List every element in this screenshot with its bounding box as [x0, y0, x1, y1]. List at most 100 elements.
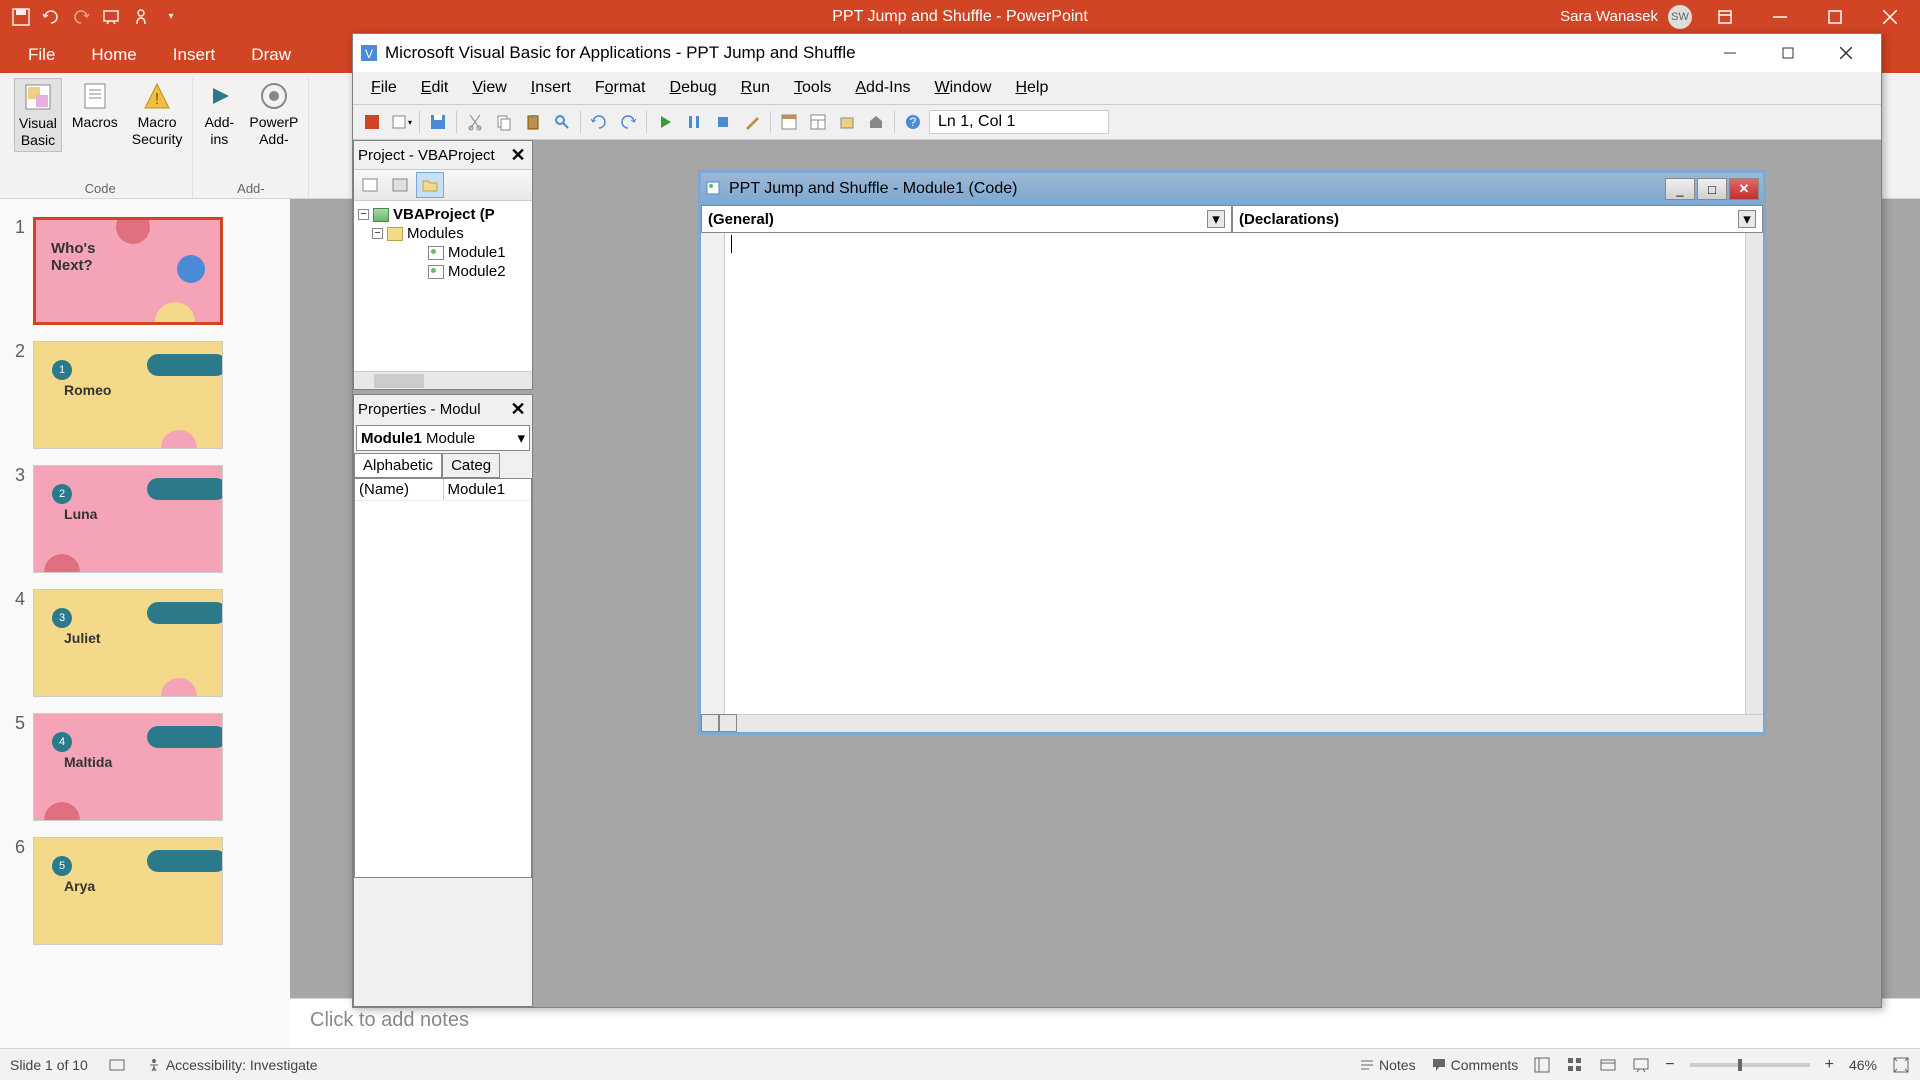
addins-button[interactable]: Add- ins: [199, 78, 239, 150]
vba-menu-format[interactable]: Format: [585, 75, 656, 101]
vba-view-powerpoint-icon[interactable]: [359, 109, 385, 135]
vba-copy-icon[interactable]: [491, 109, 517, 135]
save-icon[interactable]: [10, 6, 32, 28]
vba-project-hscroll[interactable]: [354, 371, 532, 389]
visual-basic-button[interactable]: Visual Basic: [14, 78, 62, 152]
vba-save-icon[interactable]: [425, 109, 451, 135]
macros-button[interactable]: Macros: [68, 78, 122, 152]
close-icon[interactable]: [1867, 0, 1912, 33]
vba-toolbox-icon[interactable]: [863, 109, 889, 135]
slide-thumb-6[interactable]: 6 5 Arya: [0, 829, 290, 953]
undo-icon[interactable]: [40, 6, 62, 28]
slide-thumb-4[interactable]: 4 3 Juliet: [0, 581, 290, 705]
ribbon-display-icon[interactable]: [1702, 0, 1747, 33]
vba-run-icon[interactable]: [652, 109, 678, 135]
vba-object-dropdown[interactable]: (General) ▾: [701, 205, 1232, 233]
vba-code-close-icon[interactable]: ✕: [1729, 178, 1759, 200]
vba-procedure-view-icon[interactable]: [701, 714, 719, 732]
vba-code-maximize-icon[interactable]: □: [1697, 178, 1727, 200]
vba-code-titlebar[interactable]: PPT Jump and Shuffle - Module1 (Code) _ …: [701, 173, 1763, 205]
vba-props-tab-categorized[interactable]: Categ: [442, 453, 500, 478]
touch-icon[interactable]: [130, 6, 152, 28]
user-name[interactable]: Sara Wanasek: [1560, 8, 1658, 25]
tab-file[interactable]: File: [10, 37, 73, 73]
vba-view-object-icon[interactable]: [386, 172, 414, 198]
vba-project-explorer-icon[interactable]: [776, 109, 802, 135]
comments-button[interactable]: Comments: [1431, 1057, 1519, 1073]
slides-panel[interactable]: 1 Who's Next? 2 1 Romeo 3 2 Lu: [0, 199, 290, 1048]
spellcheck-icon[interactable]: [108, 1056, 126, 1074]
vba-code-hscroll[interactable]: [737, 714, 1763, 732]
vba-menu-edit[interactable]: Edit: [411, 75, 459, 101]
vba-toggle-folders-icon[interactable]: [416, 172, 444, 198]
sorter-view-icon[interactable]: [1566, 1056, 1584, 1074]
vba-titlebar[interactable]: V Microsoft Visual Basic for Application…: [353, 34, 1881, 72]
slideshow-icon[interactable]: [100, 6, 122, 28]
vba-help-icon[interactable]: ?: [900, 109, 926, 135]
vba-redo-icon[interactable]: [615, 109, 641, 135]
accessibility-button[interactable]: Accessibility: Investigate: [146, 1057, 318, 1073]
slide-thumb-3[interactable]: 3 2 Luna: [0, 457, 290, 581]
vba-code-minimize-icon[interactable]: _: [1665, 178, 1695, 200]
vba-menu-help[interactable]: Help: [1005, 75, 1058, 101]
user-avatar[interactable]: SW: [1668, 5, 1692, 29]
vba-reset-icon[interactable]: [710, 109, 736, 135]
vba-find-icon[interactable]: [549, 109, 575, 135]
vba-menu-view[interactable]: View: [462, 75, 516, 101]
slide-thumb-1[interactable]: 1 Who's Next?: [0, 209, 290, 333]
macro-security-button[interactable]: ! Macro Security: [128, 78, 187, 152]
vba-properties-object-select[interactable]: Module1 Module ▾: [356, 425, 530, 451]
vba-break-icon[interactable]: [681, 109, 707, 135]
vba-code-editor[interactable]: [725, 233, 1745, 714]
redo-icon[interactable]: [70, 6, 92, 28]
vba-view-code-icon[interactable]: [356, 172, 384, 198]
vba-prop-name-value[interactable]: Module1: [444, 479, 532, 500]
slide-thumb-5[interactable]: 5 4 Maltida: [0, 705, 290, 829]
fit-window-icon[interactable]: [1892, 1056, 1910, 1074]
vba-object-browser-icon[interactable]: [834, 109, 860, 135]
vba-maximize-icon[interactable]: [1759, 39, 1817, 67]
vba-project-tree[interactable]: −VBAProject (P −Modules Module1 Module2: [354, 201, 532, 371]
zoom-in-icon[interactable]: +: [1825, 1056, 1834, 1074]
vba-undo-icon[interactable]: [586, 109, 612, 135]
vba-properties-grid[interactable]: (Name) Module1: [354, 478, 532, 878]
vba-menu-run[interactable]: Run: [731, 75, 780, 101]
slide-thumb-2[interactable]: 2 1 Romeo: [0, 333, 290, 457]
notes-button[interactable]: Notes: [1359, 1057, 1416, 1073]
vba-cut-icon[interactable]: [462, 109, 488, 135]
slideshow-view-icon[interactable]: [1632, 1056, 1650, 1074]
zoom-level[interactable]: 46%: [1849, 1057, 1877, 1073]
vba-insert-module-icon[interactable]: ▾: [388, 109, 414, 135]
vba-menu-insert[interactable]: Insert: [521, 75, 581, 101]
vba-design-mode-icon[interactable]: [739, 109, 765, 135]
vba-menu-tools[interactable]: Tools: [784, 75, 841, 101]
vba-project-panel-close-icon[interactable]: ✕: [508, 145, 528, 165]
vba-properties-icon[interactable]: [805, 109, 831, 135]
vba-props-tab-alphabetic[interactable]: Alphabetic: [354, 453, 442, 478]
zoom-out-icon[interactable]: −: [1665, 1056, 1674, 1074]
tab-draw[interactable]: Draw: [233, 37, 309, 73]
vba-menu-debug[interactable]: Debug: [660, 75, 727, 101]
vba-menu-addins[interactable]: Add-Ins: [845, 75, 920, 101]
vba-minimize-icon[interactable]: [1701, 39, 1759, 67]
vba-tree-module1[interactable]: Module1: [358, 243, 528, 262]
zoom-slider[interactable]: [1690, 1063, 1810, 1067]
vba-full-module-view-icon[interactable]: [719, 714, 737, 732]
tab-insert[interactable]: Insert: [155, 37, 234, 73]
vba-menu-window[interactable]: Window: [925, 75, 1002, 101]
addins-label: Add- ins: [205, 114, 235, 148]
vba-code-vscroll[interactable]: [1745, 233, 1763, 714]
reading-view-icon[interactable]: [1599, 1056, 1617, 1074]
vba-paste-icon[interactable]: [520, 109, 546, 135]
vba-close-icon[interactable]: [1817, 39, 1875, 67]
vba-properties-panel-close-icon[interactable]: ✕: [508, 399, 528, 419]
minimize-icon[interactable]: [1757, 0, 1802, 33]
maximize-icon[interactable]: [1812, 0, 1857, 33]
tab-home[interactable]: Home: [73, 37, 154, 73]
normal-view-icon[interactable]: [1533, 1056, 1551, 1074]
customize-qat-icon[interactable]: ▾: [160, 6, 182, 28]
vba-tree-module2[interactable]: Module2: [358, 262, 528, 281]
powerpoint-addins-button[interactable]: PowerP Add-: [245, 78, 302, 150]
vba-menu-file[interactable]: File: [361, 75, 407, 101]
vba-procedure-dropdown[interactable]: (Declarations) ▾: [1232, 205, 1763, 233]
